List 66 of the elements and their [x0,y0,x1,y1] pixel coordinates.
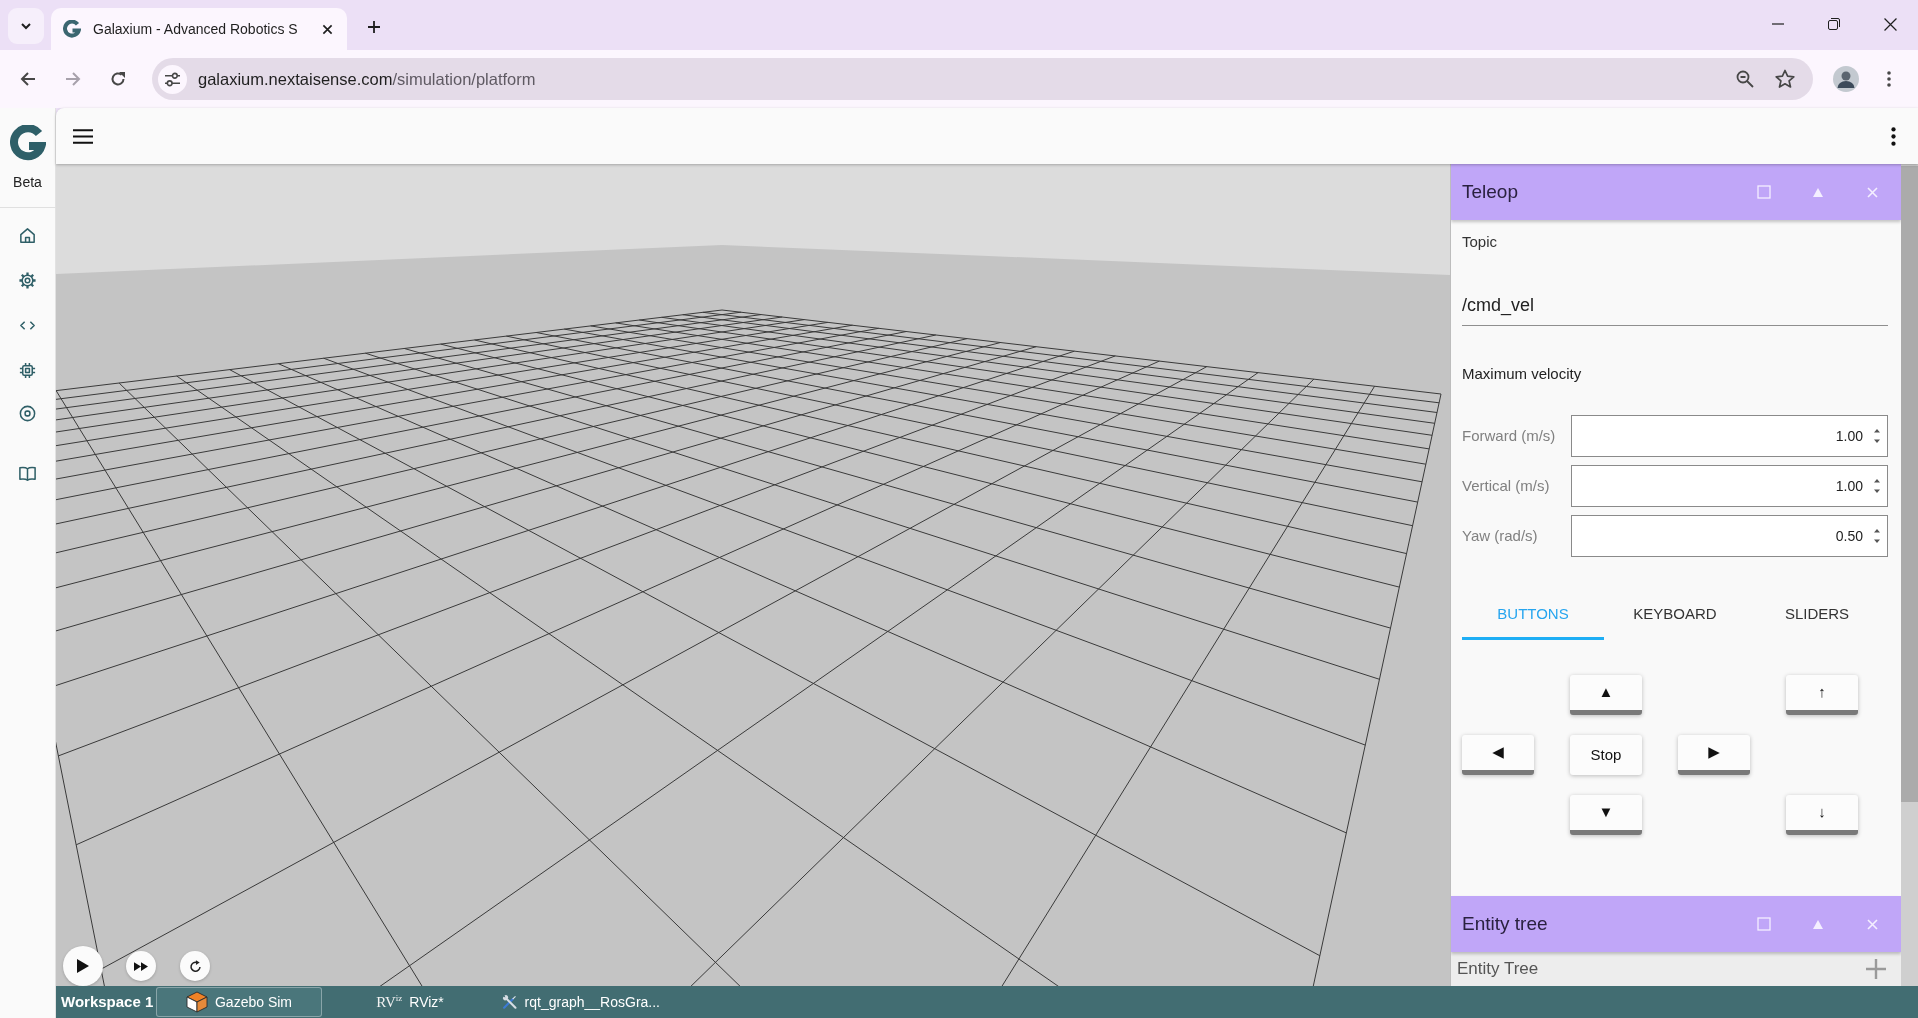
logo-icon [63,20,81,38]
star-icon [1775,69,1795,89]
gear-icon [18,270,37,290]
field-label: Yaw (rad/s) [1462,525,1539,546]
taskbar-item[interactable]: Gazebo Sim [156,987,322,1017]
fast-forward-icon [134,961,148,971]
direction-key[interactable]: ↑ [1786,675,1858,715]
field-label: Topic [1462,232,1499,252]
right-arrow-icon [65,71,81,87]
square-icon [1757,185,1771,199]
menu-icon [73,128,93,144]
tune-icon [164,71,181,87]
lettermark-logo: RV$^{iz}$ [376,994,403,1010]
velocity-field[interactable]: 0.50 [1571,515,1888,557]
workspace-label: Workspace 1 [60,991,155,1012]
chip-icon [18,360,37,380]
panel-title: Teleop [1462,179,1518,204]
subpanel-title: Entity Tree [1457,958,1539,981]
plus-icon [1866,959,1886,979]
velocity-field[interactable]: 1.00 [1571,465,1888,507]
bookmark-button[interactable] [1773,67,1797,91]
close-icon [1883,17,1897,31]
direction-key[interactable]: ↓ [1786,795,1858,835]
three-dots-icon [1887,71,1891,87]
plus-icon [367,20,381,34]
close-icon [321,23,333,35]
taskbar-item[interactable]: rqt_graph__RosGra... [498,987,664,1017]
field-label: Forward (m/s) [1462,425,1557,446]
close-icon [1866,918,1878,930]
logo-icon [9,125,46,161]
square-icon [1757,917,1771,931]
section-heading: Maximum velocity [1462,364,1583,384]
mode-tab[interactable]: KEYBOARD [1604,589,1746,640]
restore-icon [1828,18,1840,30]
taskbar-item[interactable]: RV$^{iz}$ RViz* [327,987,493,1017]
mode-tab[interactable]: SLIDERS [1746,589,1888,640]
triangle-icon [1813,919,1823,929]
target-icon [18,403,37,423]
zoom-out-icon [1736,70,1754,88]
logo-caption: Beta [13,174,42,191]
url-text[interactable]: galaxium.nextaisense.com/simulation/platform [198,66,536,92]
three-dots-icon [1890,126,1896,146]
direction-key[interactable]: ▶ [1678,735,1750,775]
direction-key[interactable]: ◀ [1462,735,1534,775]
direction-key[interactable]: ▼ [1570,795,1642,835]
reset-icon [188,959,202,973]
left-arrow-icon [20,71,36,87]
scrollbar-thumb[interactable] [1901,166,1918,802]
close-icon [1866,186,1878,198]
browser-tab[interactable]: Galaxium - Advanced Robotics S [51,8,347,50]
play-icon [77,959,89,973]
address-bar[interactable]: galaxium.nextaisense.com/simulation/platform [152,58,1813,100]
field-label: Vertical (m/s) [1462,475,1551,496]
avatar-icon [1833,66,1859,92]
minimize-icon [1772,23,1784,25]
topic-field[interactable]: /cmd_vel [1462,285,1888,326]
panel-title: Entity tree [1462,911,1548,936]
stop-button[interactable]: Stop [1570,735,1642,775]
site-info-button[interactable] [158,64,187,94]
home-icon [18,225,37,245]
cube-icon [185,991,208,1013]
direction-key[interactable]: ▲ [1570,675,1642,715]
velocity-field[interactable]: 1.00 [1571,415,1888,457]
triangle-icon [1813,187,1823,197]
reload-icon [110,71,126,87]
profile-button[interactable] [1833,66,1859,92]
